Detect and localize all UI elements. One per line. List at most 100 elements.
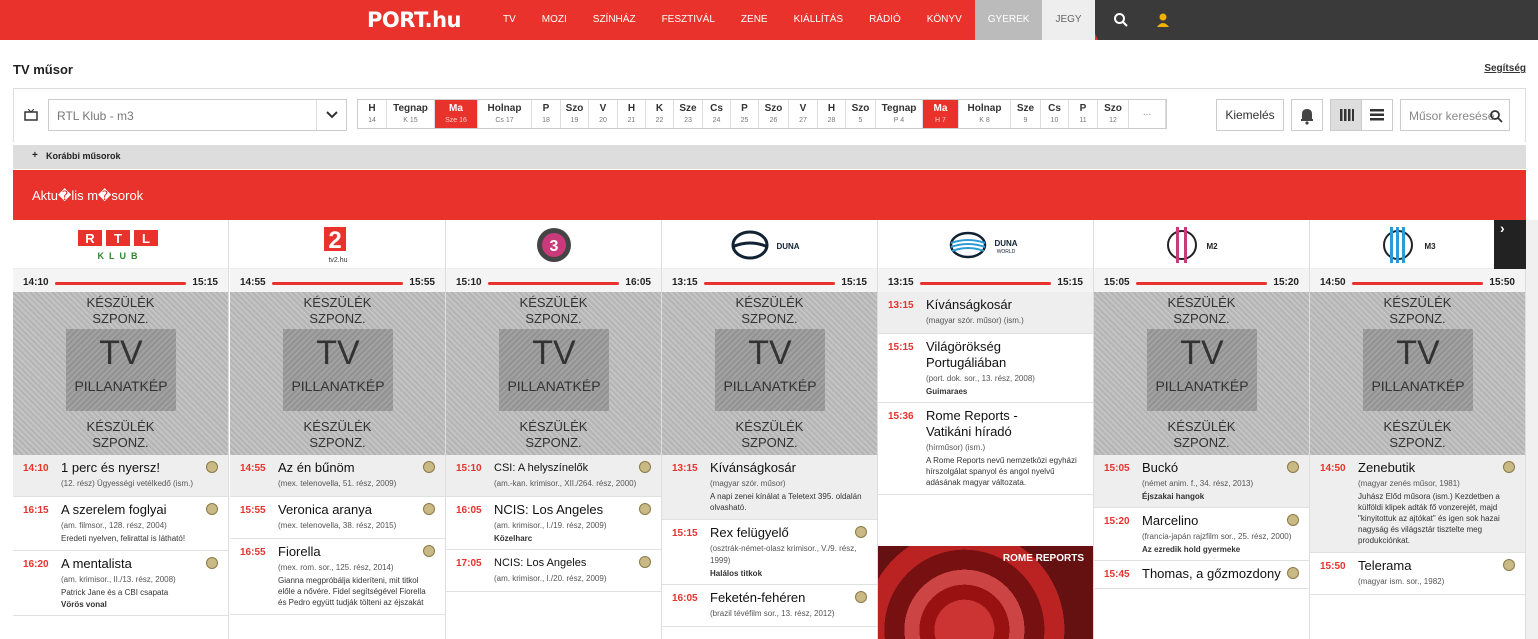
program-title[interactable]: Rex felügyelő: [710, 525, 867, 541]
reminder-icon[interactable]: [206, 503, 218, 515]
user-icon[interactable]: [1155, 12, 1171, 28]
program-item[interactable]: 14:55 Az én bűnöm (mex. telenovella, 51. r…: [230, 455, 445, 497]
day-item[interactable]: P 11: [1069, 100, 1098, 128]
day-item[interactable]: H 14: [358, 100, 387, 128]
program-title[interactable]: NCIS: Los Angeles: [494, 555, 651, 571]
program-title[interactable]: Világörökség Portugáliában: [926, 339, 1083, 371]
help-link[interactable]: Segítség: [1484, 63, 1526, 74]
search-icon[interactable]: [1113, 12, 1129, 28]
list-view-icon[interactable]: [1361, 99, 1393, 131]
program-title[interactable]: Zenebutik: [1358, 460, 1515, 476]
reminder-icon[interactable]: [1287, 567, 1299, 579]
bell-icon[interactable]: [1291, 99, 1323, 131]
day-item[interactable]: Cs 10: [1041, 100, 1069, 128]
nav-item-jegy[interactable]: JEGY: [1042, 0, 1095, 40]
nav-item-mozi[interactable]: MOZI: [529, 0, 580, 40]
program-title[interactable]: Rome Reports - Vatikáni híradó: [926, 408, 1083, 440]
reminder-icon[interactable]: [206, 557, 218, 569]
reminder-icon[interactable]: [423, 503, 435, 515]
program-item[interactable]: 15:50 Telerama (magyar ism. sor., 1982): [1310, 553, 1525, 595]
nav-item-konyv[interactable]: KÖNYV: [914, 0, 975, 40]
program-item[interactable]: 16:15 A szerelem foglyai (am. filmsor., 12…: [13, 497, 228, 551]
day-item[interactable]: V 27: [789, 100, 818, 128]
program-title[interactable]: Kívánságkosár: [926, 297, 1083, 313]
program-title[interactable]: A szerelem foglyai: [61, 502, 218, 518]
program-item[interactable]: 15:55 Veronica aranya (mex. telenovella, 3…: [230, 497, 445, 539]
day-item[interactable]: Holnap K 8: [959, 100, 1011, 128]
channel-select[interactable]: RTL Klub - m3: [48, 99, 347, 131]
channel-logo[interactable]: R T L KLUB: [13, 220, 228, 269]
nav-item-fesztival[interactable]: FESZTIVÁL: [649, 0, 728, 40]
channel-logo[interactable]: DUNA: [662, 220, 877, 269]
nav-item-zene[interactable]: ZENE: [728, 0, 781, 40]
program-title[interactable]: Thomas, a gőzmozdony: [1142, 566, 1299, 582]
reminder-icon[interactable]: [1287, 461, 1299, 473]
day-item[interactable]: Ma Sze 16: [435, 100, 478, 128]
program-item[interactable]: 15:20 Marcelino (francia-japán rajzfilm so…: [1094, 508, 1309, 561]
reminder-icon[interactable]: [855, 591, 867, 603]
program-search-input[interactable]: Műsor keresése: [1400, 99, 1510, 131]
highlight-button[interactable]: Kiemelés: [1216, 99, 1284, 131]
program-item[interactable]: 15:45 Thomas, a gőzmozdony: [1094, 561, 1309, 589]
site-logo[interactable]: PORT.hu: [367, 8, 461, 32]
day-item[interactable]: K 22: [646, 100, 674, 128]
nav-item-radio[interactable]: RÁDIÓ: [856, 0, 914, 40]
channel-logo[interactable]: DUNA WORLD: [878, 220, 1093, 269]
program-title[interactable]: Kívánságkosár: [710, 460, 867, 476]
day-item[interactable]: Tegnap K 15: [387, 100, 435, 128]
more-days-button[interactable]: ...: [1129, 100, 1166, 128]
reminder-icon[interactable]: [423, 461, 435, 473]
program-item[interactable]: 16:55 Fiorella (mex. rom. sor., 125. rész,…: [230, 539, 445, 615]
channel-logo[interactable]: 3: [446, 220, 661, 269]
search-icon[interactable]: [1489, 109, 1503, 123]
program-item[interactable]: 15:15 Rex felügyelő (osztrák-német-olasz k…: [662, 520, 877, 585]
program-item[interactable]: 14:50 Zenebutik (magyar zenés műsor, 1981)…: [1310, 455, 1525, 553]
reminder-icon[interactable]: [423, 545, 435, 557]
reminder-icon[interactable]: [1503, 559, 1515, 571]
program-item[interactable]: 16:05 NCIS: Los Angeles (am. krimisor., I.…: [446, 497, 661, 550]
grid-view-icon[interactable]: [1330, 99, 1362, 131]
day-item[interactable]: Holnap Cs 17: [478, 100, 532, 128]
day-item[interactable]: H 28: [818, 100, 846, 128]
program-title[interactable]: NCIS: Los Angeles: [494, 502, 651, 518]
day-item[interactable]: Sze 23: [674, 100, 703, 128]
program-title[interactable]: Fiorella: [278, 544, 435, 560]
nav-item-szinhaz[interactable]: SZÍNHÁZ: [580, 0, 649, 40]
program-item[interactable]: 16:20 A mentalista (am. krimisor., II./13.…: [13, 551, 228, 616]
program-item[interactable]: 13:15 Kívánságkosár (magyar szór. műsor) A …: [662, 455, 877, 520]
day-item[interactable]: H 21: [618, 100, 646, 128]
reminder-icon[interactable]: [855, 526, 867, 538]
day-item[interactable]: Szo 26: [759, 100, 789, 128]
day-item[interactable]: Ma H 7: [923, 100, 959, 128]
reminder-icon[interactable]: [206, 461, 218, 473]
program-item[interactable]: 15:15 Világörökség Portugáliában (port. do…: [878, 334, 1093, 403]
reminder-icon[interactable]: [639, 461, 651, 473]
channel-logo[interactable]: M3: [1310, 220, 1525, 269]
earlier-programs-toggle[interactable]: + Korábbi műsorok: [13, 145, 1526, 169]
program-item[interactable]: 17:05 NCIS: Los Angeles (am. krimisor., I.…: [446, 550, 661, 592]
program-title[interactable]: Marcelino: [1142, 513, 1299, 529]
day-item[interactable]: Tegnap P 4: [876, 100, 923, 128]
program-title[interactable]: A mentalista: [61, 556, 218, 572]
day-item[interactable]: Szo 12: [1098, 100, 1129, 128]
program-item[interactable]: 15:05 Buckó (német anim. f., 34. rész, 201…: [1094, 455, 1309, 508]
program-title[interactable]: 1 perc és nyersz!: [61, 460, 218, 476]
program-title[interactable]: Feketén-fehéren: [710, 590, 867, 606]
program-item[interactable]: 15:36 Rome Reports - Vatikáni híradó (hírm…: [878, 403, 1093, 495]
program-item[interactable]: 14:10 1 perc és nyersz! (12. rész) Ügyessé…: [13, 455, 228, 497]
nav-item-tv[interactable]: TV: [490, 0, 529, 40]
program-title[interactable]: CSI: A helyszínelők: [494, 460, 651, 476]
reminder-icon[interactable]: [1287, 514, 1299, 526]
day-item[interactable]: V 20: [589, 100, 618, 128]
program-item[interactable]: 13:15 Kívánságkosár (magyar szór. műsor) (…: [878, 292, 1093, 334]
program-title[interactable]: Az én bűnöm: [278, 460, 435, 476]
program-title[interactable]: Buckó: [1142, 460, 1299, 476]
channel-logo[interactable]: M2: [1094, 220, 1309, 269]
program-title[interactable]: Telerama: [1358, 558, 1515, 574]
reminder-icon[interactable]: [1503, 461, 1515, 473]
program-item[interactable]: 15:10 CSI: A helyszínelők (am.-kan. krimis…: [446, 455, 661, 497]
day-item[interactable]: Sze 9: [1011, 100, 1041, 128]
day-item[interactable]: Cs 24: [703, 100, 731, 128]
reminder-icon[interactable]: [639, 556, 651, 568]
scrollbar[interactable]: [1526, 220, 1538, 639]
